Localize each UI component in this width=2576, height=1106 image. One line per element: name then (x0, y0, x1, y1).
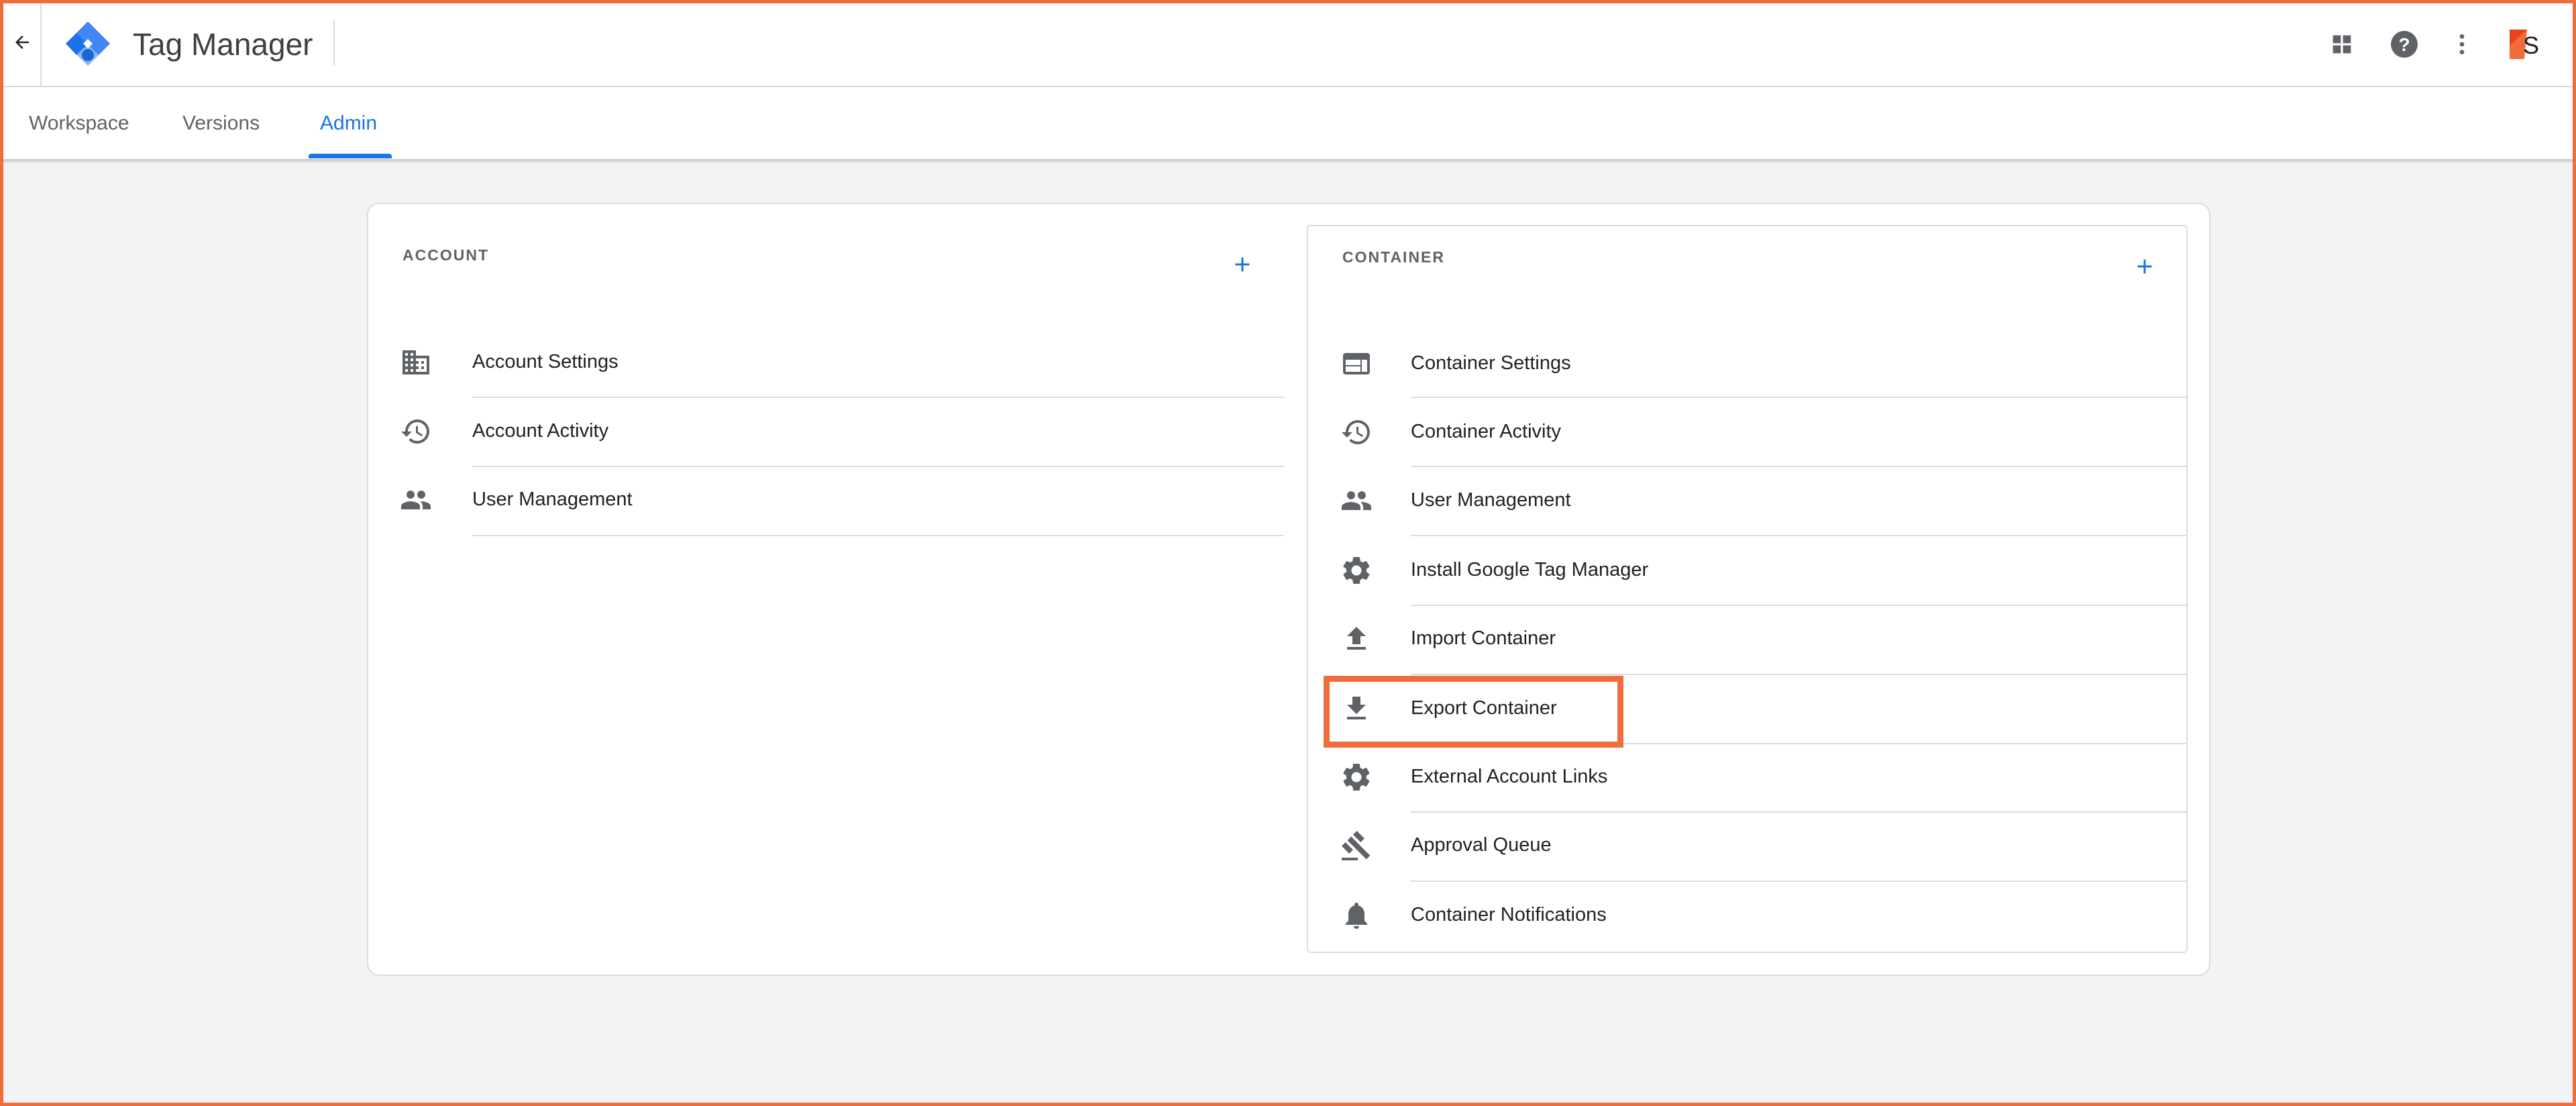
container-notifications-label: Container Notifications (1411, 904, 1607, 925)
tab-workspace[interactable]: Workspace (29, 87, 129, 159)
app-title: Tag Manager (133, 27, 313, 62)
bell-icon (1339, 898, 1374, 933)
svg-text:?: ? (2398, 34, 2410, 55)
divider (40, 0, 42, 87)
add-container-button[interactable] (2126, 248, 2163, 285)
container-user-management-item[interactable]: User Management (1335, 466, 2187, 535)
container-notifications-item[interactable]: Container Notifications (1335, 881, 2187, 950)
install-gtm-item[interactable]: Install Google Tag Manager (1335, 536, 2187, 605)
history-icon (1339, 415, 1374, 450)
more-vert-icon (2449, 31, 2475, 58)
external-account-links-item[interactable]: External Account Links (1335, 743, 2187, 811)
install-gtm-label: Install Google Tag Manager (1411, 559, 1649, 581)
people-icon (398, 483, 433, 517)
container-activity-item[interactable]: Container Activity (1335, 398, 2187, 466)
account-heading: ACCOUNT (402, 246, 489, 264)
building-icon (398, 345, 433, 380)
plus-icon (1230, 252, 1254, 276)
gavel-icon (1339, 828, 1374, 863)
top-app-bar: Tag Manager ? S (0, 0, 2576, 87)
people-icon (1339, 483, 1374, 518)
more-options-button[interactable] (2442, 24, 2482, 64)
avatar[interactable]: S (2504, 24, 2544, 64)
container-settings-label: Container Settings (1411, 352, 1571, 374)
divider (472, 535, 1284, 536)
help-button[interactable]: ? (2384, 24, 2424, 64)
apps-grid-icon (2328, 31, 2355, 58)
divider (333, 20, 335, 66)
help-icon: ? (2388, 28, 2420, 60)
approval-queue-label: Approval Queue (1411, 834, 1552, 856)
avatar-letter: S (2523, 32, 2539, 59)
container-heading: CONTAINER (1342, 248, 1446, 266)
tab-admin[interactable]: Admin (320, 87, 377, 159)
web-window-icon (1339, 346, 1374, 381)
apps-grid-button[interactable] (2322, 24, 2362, 64)
import-container-item[interactable]: Import Container (1335, 605, 2187, 673)
tab-versions[interactable]: Versions (182, 87, 260, 159)
container-settings-item[interactable]: Container Settings (1335, 330, 2187, 398)
gear-icon (1339, 760, 1374, 795)
export-container-highlight (1324, 676, 1623, 748)
tab-bar: Workspace Versions Admin (0, 87, 2576, 159)
back-button[interactable] (5, 20, 39, 64)
active-tab-indicator (309, 154, 392, 158)
approval-queue-item[interactable]: Approval Queue (1335, 811, 2187, 880)
upload-icon (1339, 621, 1374, 656)
account-settings-item[interactable]: Account Settings (396, 328, 1285, 397)
arrow-back-icon (12, 32, 32, 52)
container-activity-label: Container Activity (1411, 421, 1562, 442)
gear-icon (1339, 553, 1374, 588)
external-account-links-label: External Account Links (1411, 766, 1608, 787)
container-user-management-label: User Management (1411, 489, 1571, 511)
account-activity-label: Account Activity (472, 420, 609, 442)
account-activity-item[interactable]: Account Activity (396, 397, 1285, 466)
history-icon (398, 414, 433, 449)
import-container-label: Import Container (1411, 627, 1556, 649)
account-settings-label: Account Settings (472, 351, 619, 372)
account-user-management-item[interactable]: User Management (396, 466, 1285, 534)
add-account-button[interactable] (1224, 246, 1261, 283)
plus-icon (2133, 254, 2157, 279)
account-user-management-label: User Management (472, 489, 633, 510)
tag-manager-logo[interactable] (63, 19, 113, 68)
